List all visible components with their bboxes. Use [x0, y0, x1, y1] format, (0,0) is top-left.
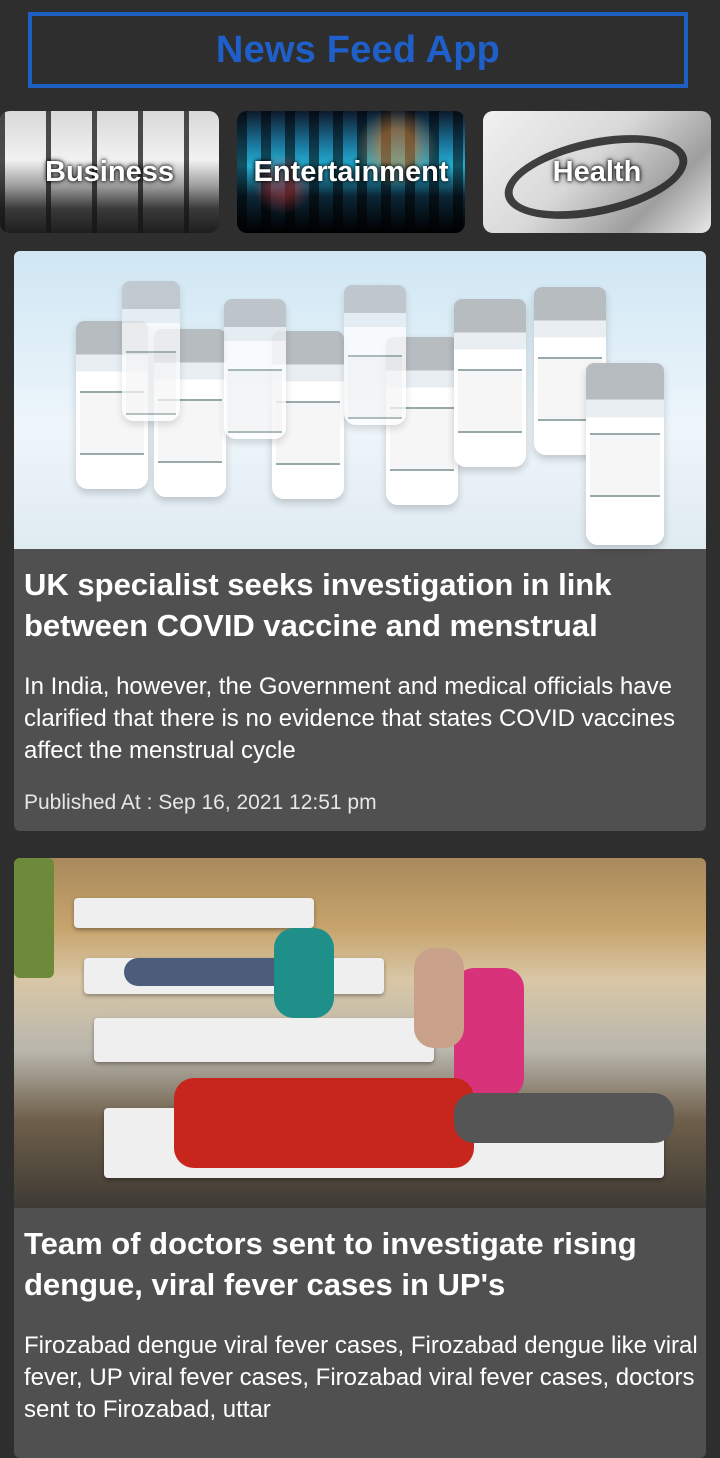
article-image — [14, 251, 706, 549]
article-title: Team of doctors sent to investigate risi… — [24, 1226, 637, 1302]
category-label-business: Business — [45, 155, 174, 188]
app-title: News Feed App — [215, 28, 501, 71]
category-label-health: Health — [552, 155, 642, 188]
news-card[interactable]: UK specialist seeks investigation in lin… — [14, 251, 706, 831]
app-header: News Feed App — [28, 12, 688, 88]
article-title: UK specialist seeks investigation in lin… — [24, 567, 612, 643]
article-image — [14, 858, 706, 1208]
category-health[interactable]: Health — [483, 111, 711, 233]
category-entertainment[interactable]: Entertainment — [237, 111, 465, 233]
category-label-entertainment: Entertainment — [253, 155, 449, 188]
news-card[interactable]: Team of doctors sent to investigate risi… — [14, 858, 706, 1458]
category-business[interactable]: Business — [0, 111, 219, 233]
article-published-date: Published At : Sep 16, 2021 12:51 pm — [24, 791, 377, 814]
article-description: Firozabad dengue viral fever cases, Firo… — [24, 1332, 698, 1423]
article-description: In India, however, the Government and me… — [24, 673, 675, 764]
